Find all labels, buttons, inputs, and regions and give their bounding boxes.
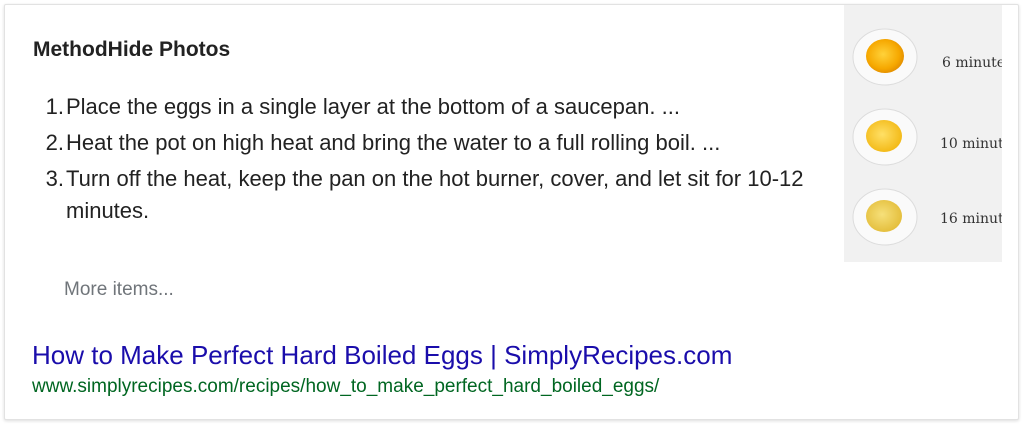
step-number: 2. (45, 130, 64, 155)
result-title-link[interactable]: How to Make Perfect Hard Boiled Eggs | S… (32, 339, 732, 371)
list-item: 1. Place the eggs in a single layer at t… (33, 91, 823, 123)
step-text: Place the eggs in a single layer at the … (66, 94, 680, 119)
boiled-eggs-illustration: 6 minutes 10 minutes 16 minutes (852, 28, 1002, 246)
step-number: 1. (45, 94, 64, 119)
list-item: 3. Turn off the heat, keep the pan on th… (33, 163, 823, 227)
image-label: 16 minutes (940, 211, 1002, 227)
steps-list: 1. Place the eggs in a single layer at t… (33, 91, 823, 231)
step-text: Heat the pot on high heat and bring the … (66, 130, 721, 155)
egg-6-minutes-icon (852, 28, 918, 86)
egg-10-minutes-icon (852, 108, 918, 166)
image-label: 10 minutes (940, 136, 1002, 152)
step-text: Turn off the heat, keep the pan on the h… (66, 166, 804, 223)
snippet-heading: MethodHide Photos (33, 38, 231, 61)
boiled-eggs-image[interactable]: 6 minutes 10 minutes 16 minutes (844, 5, 1002, 262)
egg-16-minutes-icon (852, 188, 918, 246)
result-url: www.simplyrecipes.com/recipes/how_to_mak… (32, 376, 660, 397)
more-items-link[interactable]: More items... (64, 277, 174, 303)
list-item: 2. Heat the pot on high heat and bring t… (33, 127, 823, 159)
step-number: 3. (45, 166, 64, 191)
image-label: 6 minutes (942, 55, 1002, 71)
featured-snippet-card: MethodHide Photos 1. Place the eggs in a… (4, 4, 1019, 420)
